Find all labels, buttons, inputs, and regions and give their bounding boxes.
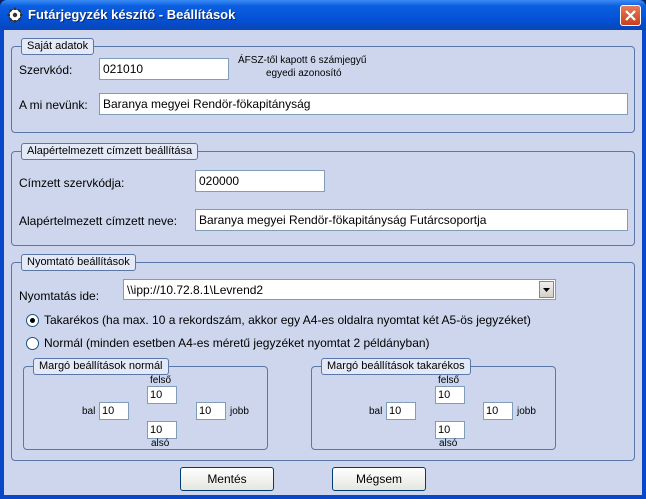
- own-data-legend: Saját adatok: [21, 38, 95, 55]
- margin-saving-top-input[interactable]: 10: [435, 386, 465, 404]
- window-title: Futárjegyzék készítő - Beállítások: [28, 7, 236, 22]
- szervkod-hint-line1: ÁFSZ-től kapott 6 számjegyű: [238, 55, 367, 66]
- margin-normal-right-label: jobb: [230, 406, 249, 417]
- printer-select-value: \\ipp://10.72.8.1\Levrend2: [127, 283, 264, 297]
- margin-saving-right-input[interactable]: 10: [483, 402, 513, 420]
- margin-normal-left-label: bal: [82, 406, 96, 417]
- margin-normal-bottom-label: alsó: [151, 438, 170, 449]
- szervkod-label: Szervkód:: [19, 63, 73, 77]
- margin-normal-legend: Margó beállítások normál: [33, 358, 169, 375]
- printer-legend: Nyomtató beállítások: [21, 254, 136, 271]
- szervkod-input[interactable]: 021010: [99, 58, 229, 80]
- margin-normal-top-input[interactable]: 10: [147, 386, 177, 404]
- close-icon: [625, 10, 636, 21]
- recipient-name-label: Alapértelmezett címzett neve:: [19, 214, 178, 228]
- recipient-code-input[interactable]: 020000: [195, 170, 325, 192]
- radio-takarekos-label[interactable]: Takarékos (ha max. 10 a rekordszám, akko…: [44, 313, 531, 327]
- default-recipient-legend: Alapértelmezett címzett beállítása: [21, 143, 199, 160]
- window-frame-bottom: [0, 495, 646, 499]
- default-recipient-group: [11, 151, 635, 246]
- window-frame-right: [642, 30, 646, 499]
- margin-normal-right-input[interactable]: 10: [196, 402, 226, 420]
- radio-selected-dot: [30, 318, 35, 323]
- print-to-label: Nyomtatás ide:: [19, 289, 100, 303]
- margin-normal-top-label: felső: [150, 375, 172, 386]
- own-name-label: A mi nevünk:: [19, 98, 88, 112]
- radio-normal[interactable]: [26, 337, 39, 350]
- radio-normal-label[interactable]: Normál (minden esetben A4-es méretű jegy…: [44, 336, 430, 350]
- radio-takarekos[interactable]: [26, 314, 39, 327]
- margin-saving-right-label: jobb: [517, 406, 536, 417]
- close-button[interactable]: [620, 5, 641, 26]
- margin-saving-legend: Margó beállítások takarékos: [321, 358, 471, 375]
- margin-normal-left-input[interactable]: 10: [99, 402, 129, 420]
- save-button[interactable]: Mentés: [180, 467, 274, 491]
- gear-icon: [7, 7, 23, 23]
- margin-saving-top-label: felső: [438, 375, 460, 386]
- title-bar[interactable]: Futárjegyzék készítő - Beállítások: [0, 0, 646, 30]
- margin-saving-left-input[interactable]: 10: [386, 402, 416, 420]
- margin-saving-left-label: bal: [369, 406, 383, 417]
- margin-saving-bottom-input[interactable]: 10: [435, 421, 465, 439]
- cancel-button[interactable]: Mégsem: [332, 467, 426, 491]
- recipient-code-label: Címzett szervkódja:: [19, 176, 125, 190]
- chevron-down-icon: [543, 288, 550, 292]
- settings-window: Futárjegyzék készítő - Beállítások Saját…: [0, 0, 646, 499]
- szervkod-hint-line2: egyedi azonosító: [266, 68, 342, 79]
- own-name-input[interactable]: Baranya megyei Rendör-fökapitányság: [99, 93, 628, 115]
- margin-normal-bottom-input[interactable]: 10: [147, 421, 177, 439]
- printer-dropdown-button[interactable]: [539, 281, 554, 298]
- printer-select[interactable]: \\ipp://10.72.8.1\Levrend2: [123, 279, 556, 300]
- margin-saving-bottom-label: alsó: [439, 438, 458, 449]
- recipient-name-input[interactable]: Baranya megyei Rendör-fökapitányság Futá…: [195, 209, 628, 231]
